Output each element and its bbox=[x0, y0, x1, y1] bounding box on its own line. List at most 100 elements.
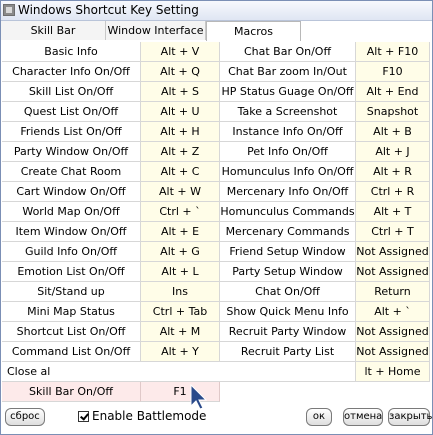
shortcut-key[interactable]: Ctrl + R bbox=[355, 182, 430, 202]
action-label: Close al bbox=[2, 362, 140, 382]
table-row: Create Chat Room Alt + C Homunculus Info O… bbox=[2, 162, 432, 182]
action-label: Quest List On/Off bbox=[2, 102, 140, 122]
table-row: Quest List On/Off Alt + U Take a Screensho… bbox=[2, 102, 432, 122]
action-label: Cart Window On/Off bbox=[2, 182, 140, 202]
table-row: Cart Window On/Off Alt + W Mercenary Info … bbox=[2, 182, 432, 202]
table-row: Character Info On/Off Alt + Q Chat Bar zoo… bbox=[2, 62, 432, 82]
shortcut-settings-window: Windows Shortcut Key Setting Skill Bar W… bbox=[0, 0, 433, 435]
action-label: Create Chat Room bbox=[2, 162, 140, 182]
shortcut-key[interactable]: Not Assigned bbox=[355, 322, 430, 342]
action-label: Party Window On/Off bbox=[2, 142, 140, 162]
shortcut-key[interactable]: Alt + Z bbox=[140, 142, 220, 162]
action-label: Pet Info On/Off bbox=[220, 142, 355, 162]
shortcut-key[interactable]: lt + Home bbox=[355, 362, 430, 382]
enable-battlemode-checkbox[interactable] bbox=[78, 411, 89, 422]
shortcut-key[interactable]: Alt + Q bbox=[140, 62, 220, 82]
action-label: Recruit Party Window bbox=[220, 322, 355, 342]
bottom-bar: сброс Enable Battlemode ок отмена закрыт… bbox=[1, 405, 432, 435]
shortcut-key[interactable]: Alt + C bbox=[140, 162, 220, 182]
shortcut-key[interactable]: Ctrl + T bbox=[355, 222, 430, 242]
shortcut-key[interactable]: Alt + G bbox=[140, 242, 220, 262]
table-row: World Map On/Off Ctrl + ` Homunculus Comma… bbox=[2, 202, 432, 222]
table-row: Mini Map Status Ctrl + Tab Show Quick Menu… bbox=[2, 302, 432, 322]
shortcut-key[interactable]: F10 bbox=[355, 62, 430, 82]
table-row: Command List On/Off Alt + Y Recruit Party … bbox=[2, 342, 432, 362]
shortcut-key[interactable]: Ctrl + Tab bbox=[140, 302, 220, 322]
window-icon bbox=[3, 4, 15, 16]
action-label: Friends List On/Off bbox=[2, 122, 140, 142]
window-title: Windows Shortcut Key Setting bbox=[18, 3, 199, 17]
action-label: Emotion List On/Off bbox=[2, 262, 140, 282]
shortcut-key[interactable]: Alt + M bbox=[140, 322, 220, 342]
shortcut-key[interactable]: Ins bbox=[140, 282, 220, 302]
table-row: Friends List On/Off Alt + H Instance Info … bbox=[2, 122, 432, 142]
shortcut-key[interactable]: Not Assigned bbox=[355, 342, 430, 362]
action-label: Show Quick Menu Info bbox=[220, 302, 355, 322]
shortcut-key[interactable]: Alt + End bbox=[355, 82, 430, 102]
title-bar[interactable]: Windows Shortcut Key Setting bbox=[1, 1, 432, 21]
shortcut-key[interactable]: Alt + S bbox=[140, 82, 220, 102]
action-label: Sit/Stand up bbox=[2, 282, 140, 302]
shortcut-key[interactable]: Alt + T bbox=[355, 202, 430, 222]
shortcut-key[interactable]: Snapshot bbox=[355, 102, 430, 122]
table-row: Item Window On/Off Alt + E Mercenary Comma… bbox=[2, 222, 432, 242]
shortcut-key[interactable]: Ctrl + ` bbox=[140, 202, 220, 222]
table-row-selected: Skill Bar On/Off F1 bbox=[2, 382, 220, 402]
shortcut-key[interactable]: Alt + W bbox=[140, 182, 220, 202]
shortcut-key[interactable]: Alt + B bbox=[355, 122, 430, 142]
action-label: Take a Screenshot bbox=[220, 102, 355, 122]
action-label: Guild Info On/Off bbox=[2, 242, 140, 262]
action-label: Homunculus Info On/Off bbox=[220, 162, 355, 182]
shortcut-key[interactable]: Not Assigned bbox=[355, 262, 430, 282]
shortcut-key[interactable]: Alt + E bbox=[140, 222, 220, 242]
shortcut-key[interactable]: Alt + U bbox=[140, 102, 220, 122]
action-label: Chat On/Off bbox=[220, 282, 355, 302]
close-button[interactable]: закрыть bbox=[388, 408, 432, 426]
table-row: Guild Info On/Off Alt + G Friend Setup Win… bbox=[2, 242, 432, 262]
shortcut-key[interactable]: Alt + R bbox=[355, 162, 430, 182]
action-label: Friend Setup Window bbox=[220, 242, 355, 262]
tab-window-interface[interactable]: Window Interface bbox=[106, 21, 206, 40]
action-label: Party Setup Window bbox=[220, 262, 355, 282]
action-label: Mercenary Info On/Off bbox=[220, 182, 355, 202]
shortcut-key[interactable]: Alt + L bbox=[140, 262, 220, 282]
shortcut-key[interactable]: Alt + F10 bbox=[355, 42, 430, 62]
shortcut-key[interactable]: Alt + V bbox=[140, 42, 220, 62]
action-label: Basic Info bbox=[2, 42, 140, 62]
action-label: Item Window On/Off bbox=[2, 222, 140, 242]
tab-skill-bar[interactable]: Skill Bar bbox=[1, 21, 106, 40]
ok-button[interactable]: ок bbox=[306, 408, 332, 426]
table-row: Basic Info Alt + V Chat Bar On/Off Alt + F1… bbox=[2, 42, 432, 62]
action-label: Skill List On/Off bbox=[2, 82, 140, 102]
table-row: Skill List On/Off Alt + S HP Status Guage … bbox=[2, 82, 432, 102]
action-label: World Map On/Off bbox=[2, 202, 140, 222]
tab-macros[interactable]: Macros bbox=[206, 21, 301, 41]
shortcut-key[interactable]: Return bbox=[355, 282, 430, 302]
action-label: Chat Bar On/Off bbox=[220, 42, 355, 62]
action-label: Skill Bar On/Off bbox=[2, 382, 140, 402]
shortcut-key[interactable]: Alt + ` bbox=[355, 302, 430, 322]
action-label: Chat Bar zoom In/Out bbox=[220, 62, 355, 82]
cancel-button[interactable]: отмена bbox=[343, 408, 383, 426]
tab-bar: Skill Bar Window Interface Macros bbox=[1, 21, 432, 41]
table-row: Shortcut List On/Off Alt + M Recruit Party… bbox=[2, 322, 432, 342]
action-label: Mercenary Commands bbox=[220, 222, 355, 242]
table-row: Party Window On/Off Alt + Z Pet Info On/Of… bbox=[2, 142, 432, 162]
table-row: Sit/Stand up Ins Chat On/Off Return bbox=[2, 282, 432, 302]
action-label: HP Status Guage On/Off bbox=[220, 82, 355, 102]
action-label: Recruit Party List bbox=[220, 342, 355, 362]
enable-battlemode-label: Enable Battlemode bbox=[92, 409, 207, 423]
shortcut-key[interactable]: Not Assigned bbox=[355, 242, 430, 262]
action-label: Homunculus Commands bbox=[220, 202, 355, 222]
reset-button[interactable]: сброс bbox=[5, 408, 45, 426]
shortcut-key[interactable]: Alt + J bbox=[355, 142, 430, 162]
action-label: Instance Info On/Off bbox=[220, 122, 355, 142]
table-row: Emotion List On/Off Alt + L Party Setup Wi… bbox=[2, 262, 432, 282]
action-label: Mini Map Status bbox=[2, 302, 140, 322]
row-gap bbox=[140, 362, 355, 382]
shortcut-key[interactable]: Alt + Y bbox=[140, 342, 220, 362]
action-label: Command List On/Off bbox=[2, 342, 140, 362]
table-row: Close al lt + Home bbox=[2, 362, 432, 382]
shortcut-key[interactable]: Alt + H bbox=[140, 122, 220, 142]
action-label: Character Info On/Off bbox=[2, 62, 140, 82]
